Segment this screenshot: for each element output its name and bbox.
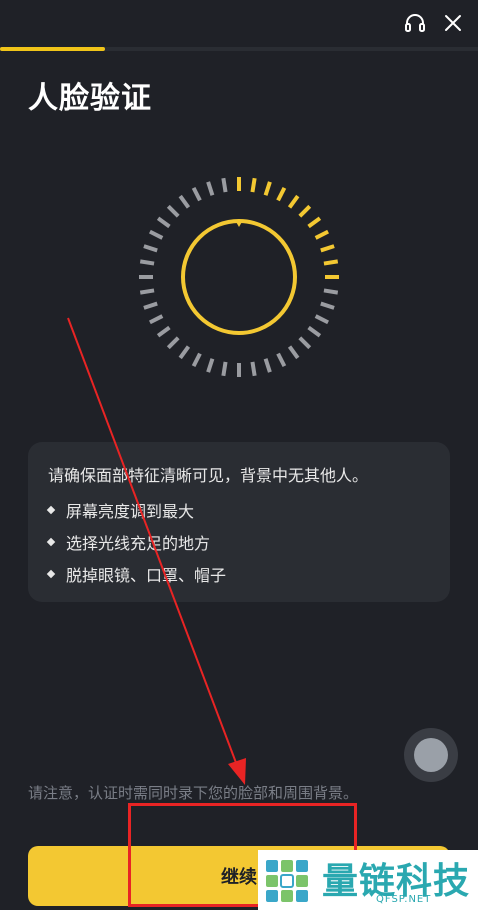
watermark: 量链科技 QFSP.NET bbox=[258, 850, 478, 910]
ring-tick bbox=[191, 352, 202, 368]
ring-tick bbox=[221, 361, 228, 377]
face-frame-circle bbox=[181, 219, 297, 335]
bullet-icon bbox=[46, 569, 56, 579]
ring-tick bbox=[323, 259, 339, 266]
ring-tick bbox=[323, 288, 339, 295]
ring-tick bbox=[250, 361, 257, 377]
ring-tick bbox=[156, 216, 171, 229]
face-scan-ring bbox=[139, 177, 339, 377]
ring-tick bbox=[166, 204, 180, 218]
tips-card: 请确保面部特征清晰可见，背景中无其他人。 屏幕亮度调到最大 选择光线充足的地方 … bbox=[28, 442, 450, 602]
ring-tick bbox=[307, 325, 322, 338]
tips-main-text: 请确保面部特征清晰可见，背景中无其他人。 bbox=[48, 466, 369, 485]
ring-tick bbox=[287, 345, 300, 360]
ring-tick bbox=[143, 244, 158, 253]
ring-tick bbox=[314, 314, 330, 325]
notice-text: 请注意，认证时需同时录下您的脸部和周围背景。 bbox=[28, 784, 359, 802]
tip-item: 屏幕亮度调到最大 bbox=[46, 498, 195, 522]
ring-tick bbox=[178, 194, 191, 209]
tip-text: 脱掉眼镜、口罩、帽子 bbox=[66, 566, 227, 585]
headset-icon[interactable] bbox=[402, 10, 428, 36]
ring-tick bbox=[206, 358, 215, 373]
ring-tick bbox=[221, 177, 228, 193]
assistive-touch-icon bbox=[414, 738, 448, 772]
ring-tick bbox=[314, 229, 330, 240]
tip-item: 选择光线充足的地方 bbox=[46, 530, 211, 554]
ring-tick bbox=[250, 177, 257, 193]
ring-tick bbox=[307, 216, 322, 229]
assistive-touch-button[interactable] bbox=[404, 728, 458, 782]
watermark-url: QFSP.NET bbox=[376, 894, 432, 905]
ring-marker bbox=[235, 220, 243, 227]
ring-tick bbox=[320, 244, 335, 253]
ring-tick bbox=[263, 358, 272, 373]
tip-text: 选择光线充足的地方 bbox=[66, 534, 211, 553]
ring-tick bbox=[287, 194, 300, 209]
ring-tick bbox=[320, 301, 335, 310]
ring-tick bbox=[166, 336, 180, 350]
tip-text: 屏幕亮度调到最大 bbox=[66, 502, 195, 521]
ring-tick bbox=[298, 204, 312, 218]
ring-tick bbox=[178, 345, 191, 360]
ring-tick bbox=[276, 352, 287, 368]
ring-tick bbox=[143, 301, 158, 310]
close-icon[interactable] bbox=[440, 10, 466, 36]
progress-bar bbox=[0, 47, 478, 51]
ring-tick bbox=[139, 288, 155, 295]
ring-tick bbox=[298, 336, 312, 350]
bullet-icon bbox=[46, 537, 56, 547]
page-title: 人脸验证 bbox=[28, 81, 152, 116]
ring-tick bbox=[276, 186, 287, 202]
ring-tick bbox=[139, 259, 155, 266]
ring-tick bbox=[191, 186, 202, 202]
ring-tick bbox=[263, 181, 272, 196]
ring-tick bbox=[156, 325, 171, 338]
tip-item: 脱掉眼镜、口罩、帽子 bbox=[46, 562, 227, 586]
progress-bar-fill bbox=[0, 47, 106, 51]
ring-tick bbox=[148, 314, 164, 325]
watermark-logo-icon bbox=[266, 860, 308, 902]
bullet-icon bbox=[46, 505, 56, 515]
top-bar bbox=[0, 0, 478, 51]
ring-tick bbox=[148, 229, 164, 240]
ring-tick bbox=[206, 181, 215, 196]
